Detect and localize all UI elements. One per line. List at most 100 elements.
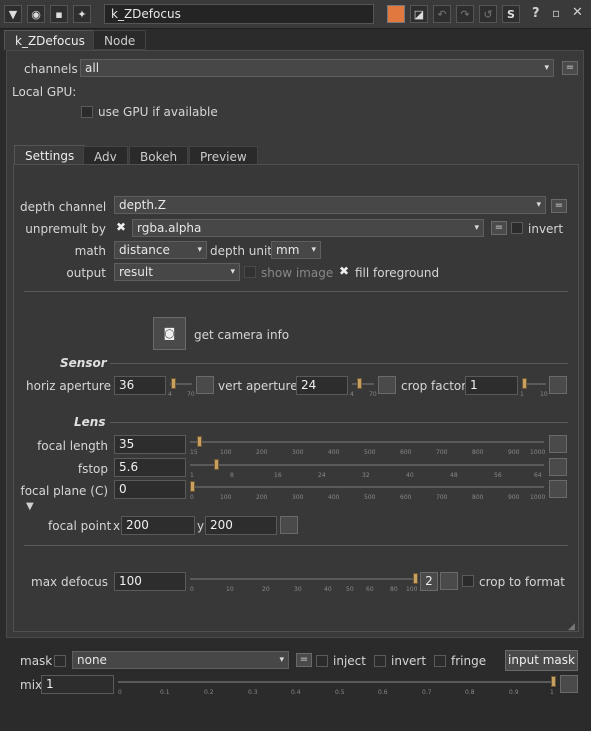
close-icon[interactable]: ✕ — [572, 5, 583, 20]
mix-slider[interactable] — [118, 681, 556, 683]
fill-foreground-checkbox[interactable]: ✖ — [338, 265, 350, 277]
depth-channel-dropdown[interactable]: depth.Z ▾ — [114, 196, 546, 214]
focal-plane-slider[interactable] — [190, 486, 544, 488]
vert-aperture-input[interactable]: 24 — [296, 376, 348, 395]
tick-label: 0.5 — [335, 689, 345, 696]
crop-to-format-label: crop to format — [479, 575, 565, 589]
depth-unit-dropdown[interactable]: mm ▾ — [271, 241, 321, 259]
channels-value: all — [85, 61, 100, 75]
unpremult-dropdown[interactable]: rgba.alpha ▾ — [132, 219, 484, 237]
tab-k-zdefocus[interactable]: k_ZDefocus — [4, 30, 96, 50]
focal-point-y-input[interactable]: 200 — [205, 516, 277, 535]
help-icon[interactable]: ? — [532, 6, 540, 21]
tick-label: 64 — [534, 472, 542, 479]
inject-checkbox[interactable] — [316, 655, 328, 667]
resize-grip-icon[interactable]: ◢ — [568, 622, 575, 632]
tick-label: 700 — [436, 449, 448, 456]
vert-aperture-curve-button[interactable] — [378, 376, 396, 394]
max-defocus-input[interactable]: 100 — [114, 572, 186, 591]
crop-to-format-checkbox[interactable] — [462, 575, 474, 587]
tick-label: 100 — [220, 449, 232, 456]
unpremult-checkbox[interactable]: ✖ — [115, 221, 127, 233]
output-label: output — [66, 266, 106, 280]
use-gpu-checkbox[interactable] — [81, 106, 93, 118]
channels-link-button[interactable]: = — [562, 61, 578, 75]
undo-icon[interactable]: ↶ — [433, 5, 451, 23]
tick-label: 600 — [400, 494, 412, 501]
focal-plane-ticks: 0 100 200 300 400 500 600 700 800 900 10… — [190, 494, 546, 502]
max-defocus-slider[interactable] — [190, 578, 418, 580]
fstop-slider[interactable] — [190, 464, 544, 466]
fstop-curve-button[interactable] — [549, 458, 567, 476]
max-defocus-step-button[interactable]: 2 — [420, 572, 438, 591]
viewer-toggle-icon[interactable]: ◉ — [27, 5, 45, 23]
tab-preview[interactable]: Preview — [189, 146, 258, 166]
redo-icon[interactable]: ↷ — [456, 5, 474, 23]
get-camera-info-button[interactable]: ◙ — [153, 317, 186, 350]
depth-channel-link-button[interactable]: = — [551, 199, 567, 213]
focal-plane-curve-button[interactable] — [549, 480, 567, 498]
focal-point-curve-button[interactable] — [280, 516, 298, 534]
input-mask-button[interactable]: input mask — [505, 650, 578, 671]
tab-adv[interactable]: Adv — [83, 146, 128, 166]
chevron-down-icon: ▾ — [311, 245, 316, 255]
focal-plane-slider-handle[interactable] — [190, 481, 195, 492]
focal-length-curve-button[interactable] — [549, 435, 567, 453]
depth-channel-value: depth.Z — [119, 198, 166, 212]
tick-label: 400 — [328, 494, 340, 501]
tick-label: 900 — [508, 449, 520, 456]
horiz-aperture-input[interactable]: 36 — [114, 376, 166, 395]
fstop-input[interactable]: 5.6 — [114, 458, 186, 477]
show-image-checkbox[interactable] — [244, 266, 256, 278]
unpremult-invert-checkbox[interactable] — [511, 222, 523, 234]
max-defocus-slider-handle[interactable] — [413, 573, 418, 584]
focal-plane-input[interactable]: 0 — [114, 480, 186, 499]
tick-label: 600 — [400, 449, 412, 456]
focal-length-slider-handle[interactable] — [196, 436, 202, 447]
crop-factor-slider-handle[interactable] — [522, 378, 527, 389]
mask-invert-checkbox[interactable] — [374, 655, 386, 667]
focal-plane-label: focal plane (C) — [20, 484, 108, 498]
s-button[interactable]: S — [502, 5, 520, 23]
node-name-field[interactable]: k_ZDefocus — [104, 4, 374, 24]
tab-bokeh[interactable]: Bokeh — [129, 146, 189, 166]
mask-checkbox[interactable] — [54, 655, 66, 667]
mix-curve-button[interactable] — [560, 675, 578, 693]
collapse-triangle-icon[interactable]: ▼ — [26, 501, 34, 512]
output-dropdown[interactable]: result ▾ — [114, 263, 240, 281]
node-graph-icon[interactable]: ▪ — [50, 5, 68, 23]
mix-input[interactable]: 1 — [41, 675, 114, 694]
horiz-aperture-slider-handle[interactable] — [170, 378, 176, 389]
tick-label: 300 — [292, 449, 304, 456]
mix-slider-handle[interactable] — [551, 676, 556, 687]
vert-aperture-slider[interactable] — [352, 383, 374, 385]
math-dropdown[interactable]: distance ▾ — [114, 241, 207, 259]
focal-length-input[interactable]: 35 — [114, 435, 186, 454]
tab-settings[interactable]: Settings — [14, 145, 86, 165]
tile-color-icon[interactable]: ◪ — [410, 5, 428, 23]
collapse-arrow-icon[interactable]: ▼ — [4, 5, 22, 23]
fstop-slider-handle[interactable] — [214, 459, 220, 470]
float-icon[interactable]: ▫ — [552, 6, 560, 20]
show-image-label: show image — [261, 266, 334, 280]
focal-point-y-label: y — [197, 519, 205, 533]
focal-length-slider[interactable] — [190, 441, 544, 443]
channels-dropdown[interactable]: all ▾ — [80, 59, 554, 77]
unpremult-link-button[interactable]: = — [491, 221, 507, 235]
mask-dropdown[interactable]: none ▾ — [72, 651, 289, 669]
crop-factor-curve-button[interactable] — [549, 376, 567, 394]
focal-point-x-input[interactable]: 200 — [121, 516, 195, 535]
tick-label: 1000 — [530, 494, 546, 501]
node-color-button[interactable] — [387, 5, 405, 23]
fringe-checkbox[interactable] — [434, 655, 446, 667]
crop-factor-input[interactable]: 1 — [465, 376, 518, 395]
settings-wrench-icon[interactable]: ✦ — [73, 5, 91, 23]
revert-icon[interactable]: ↺ — [479, 5, 497, 23]
chevron-down-icon: ▾ — [230, 267, 235, 277]
max-defocus-curve-button[interactable] — [440, 572, 458, 590]
vert-aperture-slider-handle[interactable] — [357, 378, 363, 389]
tab-node[interactable]: Node — [93, 30, 147, 50]
sensor-section-title: Sensor — [60, 356, 107, 370]
mask-link-button[interactable]: = — [296, 653, 312, 667]
horiz-aperture-curve-button[interactable] — [196, 376, 214, 394]
